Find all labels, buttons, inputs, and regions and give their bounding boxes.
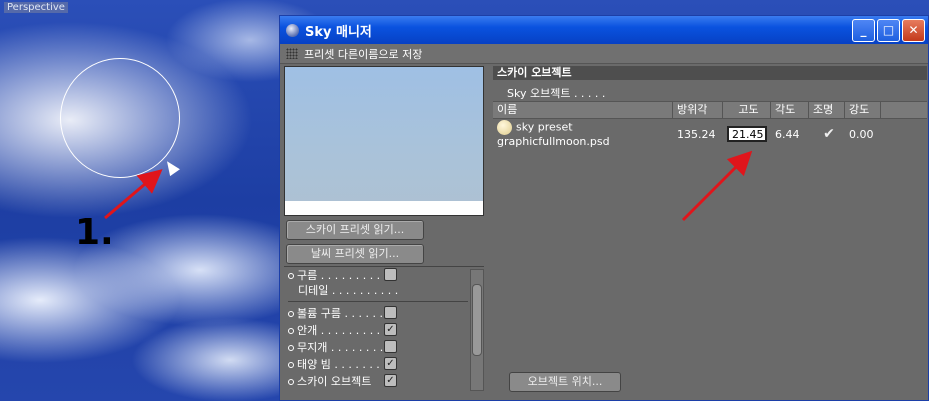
light-check-icon[interactable]: ✔ (809, 126, 845, 142)
clouds-checkbox[interactable] (384, 268, 397, 281)
menu-bar: 프리셋 다른이름으로 저장 (280, 44, 928, 64)
option-rainbow[interactable]: 무지개 . . . . . . . . . (288, 339, 390, 355)
fog-checkbox[interactable]: ✓ (384, 323, 397, 336)
col-name[interactable]: 이름 (493, 102, 673, 118)
intensity-value[interactable]: 0.00 (845, 128, 881, 141)
minimize-button[interactable]: _ (852, 18, 875, 42)
maximize-button[interactable]: □ (877, 18, 900, 42)
option-sun-beam[interactable]: 태양 빔 . . . . . . . . (288, 356, 387, 372)
viewport-label: Perspective (4, 2, 68, 13)
right-panel: 스카이 오브젝트 Sky 오브젝트 . . . . . 이름 방위각 고도 각도… (493, 66, 927, 396)
rainbow-checkbox[interactable] (384, 340, 397, 353)
mouse-cursor-icon (162, 157, 180, 177)
table-header: 이름 방위각 고도 각도 조명 강도 (493, 101, 927, 119)
table-row[interactable]: sky preset graphicfullmoon.psd 135.24 21… (493, 120, 927, 148)
option-sky-object[interactable]: 스카이 오브젝트 (288, 373, 371, 389)
col-altitude[interactable]: 고도 (723, 102, 771, 118)
scroll-thumb[interactable] (472, 284, 482, 356)
col-intensity[interactable]: 강도 (845, 102, 881, 118)
col-azimuth[interactable]: 방위각 (673, 102, 723, 118)
option-clouds[interactable]: 구름 . . . . . . . . . . . (288, 267, 394, 283)
left-panel: 스카이 프리셋 읽기... 날씨 프리셋 읽기... 구름 . . . . . … (284, 66, 484, 396)
col-light[interactable]: 조명 (809, 102, 845, 118)
angle-value[interactable]: 6.44 (771, 128, 809, 141)
divider (288, 301, 468, 302)
options-scrollbar[interactable] (470, 269, 484, 391)
option-detail[interactable]: 디테일 . . . . . . . . . . (298, 282, 398, 298)
moon-thumbnail-icon (497, 120, 512, 135)
app-icon (286, 23, 299, 37)
grip-icon (286, 48, 298, 59)
col-angle[interactable]: 각도 (771, 102, 809, 118)
volume-clouds-checkbox[interactable] (384, 306, 397, 319)
option-volume-clouds[interactable]: 볼륨 구름 . . . . . . (288, 305, 383, 321)
option-fog[interactable]: 안개 . . . . . . . . . . . (288, 322, 394, 338)
load-sky-preset-button[interactable]: 스카이 프리셋 읽기... (286, 220, 424, 240)
sky-manager-window: Sky 매니저 _ □ ✕ 프리셋 다른이름으로 저장 스카이 프리셋 읽기..… (279, 15, 929, 401)
section-subheader: Sky 오브젝트 . . . . . (507, 87, 606, 100)
options-list: 구름 . . . . . . . . . . . 디테일 . . . . . .… (284, 266, 484, 392)
sky-preview (284, 66, 484, 216)
sky-object-checkbox[interactable]: ✓ (384, 374, 397, 387)
azimuth-value[interactable]: 135.24 (673, 128, 723, 141)
altitude-input[interactable]: 21.45 (727, 126, 767, 142)
object-name: sky preset graphicfullmoon.psd (497, 120, 610, 149)
object-position-button[interactable]: 오브젝트 위치... (509, 372, 621, 392)
load-weather-preset-button[interactable]: 날씨 프리셋 읽기... (286, 244, 424, 264)
window-title: Sky 매니저 (305, 24, 372, 40)
section-header: 스카이 오브젝트 (493, 66, 927, 80)
save-preset-menu-item[interactable]: 프리셋 다른이름으로 저장 (304, 46, 422, 62)
sun-beam-checkbox[interactable]: ✓ (384, 357, 397, 370)
moon-object-circle[interactable] (60, 58, 180, 178)
step-1-label: 1. (75, 212, 114, 253)
close-button[interactable]: ✕ (902, 18, 925, 42)
title-bar[interactable]: Sky 매니저 _ □ ✕ (280, 16, 928, 44)
